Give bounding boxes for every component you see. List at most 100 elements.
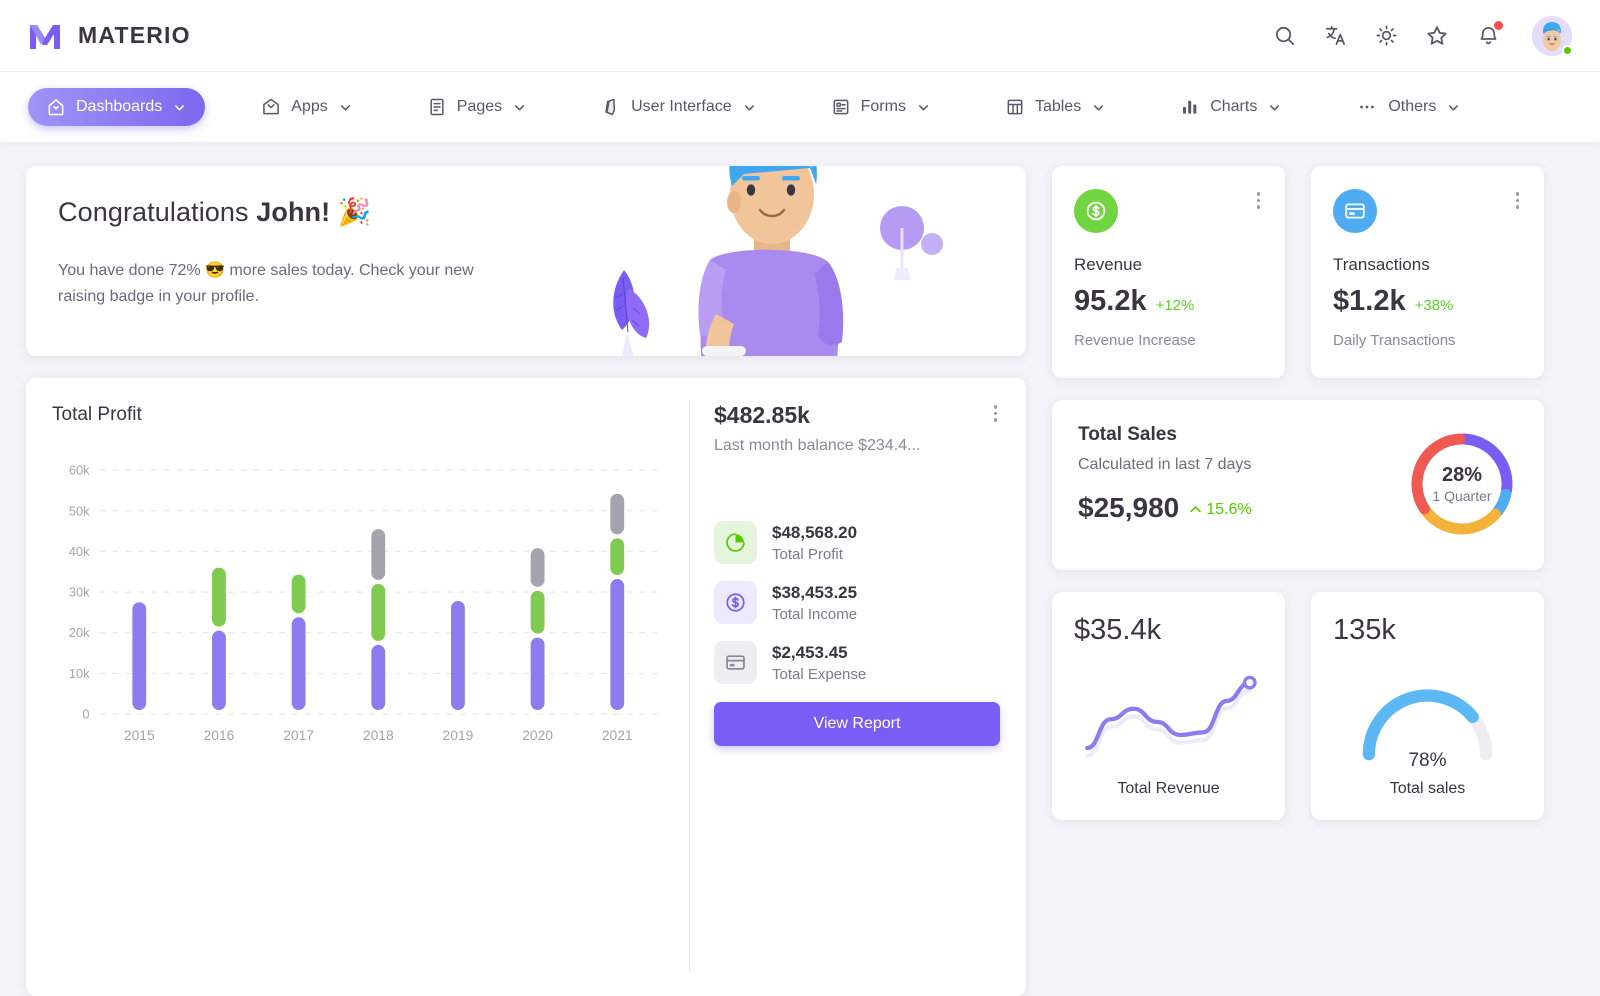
stat-name: Transactions: [1333, 255, 1430, 274]
total-sales-donut: 28% 1 Quarter: [1406, 428, 1518, 540]
translate-icon[interactable]: [1320, 21, 1350, 51]
nav-item-tables[interactable]: Tables: [987, 88, 1124, 126]
chevron-down-icon: [1446, 100, 1461, 115]
nav-item-forms[interactable]: Forms: [813, 88, 949, 126]
total-profit-chart: 0 10k 20k 30k 40k 50k 60k 2015 2016 2017 2018 2019 2…: [52, 454, 665, 754]
nav-label-pages: Pages: [456, 98, 503, 115]
total-revenue-value: $35.4k: [1074, 614, 1162, 646]
sparkline-svg: [1085, 675, 1257, 758]
balance-amount: $482.85k: [714, 402, 810, 428]
delta-text: 15.6%: [1206, 500, 1252, 518]
home-icon: [46, 97, 66, 117]
list-item: $38,453.25 Total Income: [714, 581, 1000, 624]
svg-text:2017: 2017: [283, 727, 314, 743]
form-icon: [831, 97, 851, 117]
transactions-stat-card: Transactions $1.2k +38% Daily Transactio…: [1311, 166, 1544, 378]
brand[interactable]: MATERIO: [28, 21, 191, 51]
stat-subtitle: Revenue Increase: [1074, 332, 1196, 349]
chevron-down-icon: [172, 100, 187, 115]
nav-item-pages[interactable]: Pages: [409, 88, 545, 126]
avatar[interactable]: [1532, 15, 1573, 56]
left-column: Congratulations John! 🎉 You have done 72…: [26, 166, 1026, 996]
app-header: MATERIO: [0, 0, 1600, 72]
card-menu-button[interactable]: [1254, 189, 1264, 212]
plant-decoration: [613, 270, 650, 356]
chevron-down-icon: [1267, 100, 1282, 115]
svg-text:2021: 2021: [602, 727, 633, 743]
svg-text:2018: 2018: [363, 727, 394, 743]
main-navigation: Dashboards Apps Pages User Interface For…: [0, 72, 1600, 142]
total-sales-gauge-card: 135k 78% Total sales: [1311, 592, 1544, 820]
materio-m-logo-icon: [30, 24, 60, 49]
profit-summary-panel: $482.85k Last month balance $234.4... $4…: [690, 378, 1026, 996]
metric-label: Total Profit: [772, 545, 843, 563]
bar-chart-icon: [1180, 97, 1200, 117]
metric-value: $2,453.45: [772, 642, 848, 662]
card-menu-button[interactable]: [1513, 189, 1523, 212]
view-report-button[interactable]: View Report: [714, 702, 1000, 746]
sales-gauge: 78%: [1333, 647, 1522, 780]
nav-item-dashboards[interactable]: Dashboards: [28, 88, 206, 126]
ellipsis-icon: [1356, 97, 1378, 117]
nav-label-others: Others: [1388, 98, 1437, 115]
donut-center-label: 1 Quarter: [1432, 488, 1492, 504]
congratulations-body: You have done 72% 😎 more sales today. Ch…: [58, 262, 474, 305]
caret-up-icon: [1190, 506, 1201, 513]
pie-chart-icon: [714, 521, 757, 564]
congratulations-title: Congratulations John! 🎉: [58, 196, 994, 228]
metric-label: Total Income: [772, 605, 858, 623]
nav-label-apps: Apps: [291, 98, 328, 115]
brand-name: MATERIO: [78, 22, 191, 48]
revenue-sparkline: [1074, 647, 1263, 780]
mini-cards-row: $35.4k Total Revenue 135k 78% Total sale…: [1052, 592, 1544, 820]
total-revenue-label: Total Revenue: [1117, 780, 1220, 797]
metric-label: Total Expense: [772, 665, 867, 683]
nav-item-charts[interactable]: Charts: [1162, 88, 1300, 126]
stat-name: Revenue: [1074, 255, 1143, 274]
svg-text:0: 0: [82, 706, 89, 721]
avatar-online-status: [1562, 44, 1573, 56]
svg-text:20k: 20k: [69, 625, 90, 640]
nav-label-tables: Tables: [1034, 98, 1082, 115]
card-menu-button[interactable]: [991, 402, 1001, 425]
stat-value: $1.2k: [1333, 285, 1406, 317]
congrats-prefix: Congratulations: [58, 197, 257, 227]
envelope-check-icon: [261, 97, 281, 117]
dollar-circle-icon: [714, 581, 757, 624]
character: [698, 166, 844, 356]
stat-value: 95.2k: [1074, 285, 1147, 317]
nav-label-user-interface: User Interface: [631, 98, 732, 115]
nav-item-others[interactable]: Others: [1338, 88, 1479, 126]
chevron-down-icon: [512, 100, 527, 115]
svg-text:60k: 60k: [69, 463, 90, 478]
sun-icon[interactable]: [1371, 21, 1401, 51]
stat-subtitle: Daily Transactions: [1333, 332, 1456, 349]
star-shortcut-icon[interactable]: [1422, 21, 1452, 51]
total-revenue-card: $35.4k Total Revenue: [1052, 592, 1285, 820]
gauge-percent: 78%: [1408, 750, 1447, 771]
table-icon: [1005, 97, 1025, 117]
revenue-stat-card: Revenue 95.2k +12% Revenue Increase: [1052, 166, 1285, 378]
bell-notification-icon[interactable]: [1473, 20, 1503, 51]
search-icon[interactable]: [1269, 21, 1299, 51]
svg-text:2019: 2019: [443, 727, 474, 743]
layers-icon: [601, 97, 621, 117]
metric-value: $38,453.25: [772, 582, 858, 602]
chevron-down-icon: [916, 100, 931, 115]
chevron-down-icon: [742, 100, 757, 115]
bar-chart-svg: 0 10k 20k 30k 40k 50k 60k 2015 2016 2017 2018 2019 2…: [69, 463, 658, 743]
stat-delta: +12%: [1155, 297, 1195, 314]
svg-text:10k: 10k: [69, 666, 90, 681]
nav-item-user-interface[interactable]: User Interface: [583, 88, 774, 126]
total-sales-amount: $25,980: [1078, 492, 1180, 523]
congrats-name: John!: [256, 197, 331, 227]
notification-badge: [1494, 20, 1503, 30]
total-sales-subtitle: Calculated in last 7 days: [1078, 456, 1252, 473]
nav-label-dashboards: Dashboards: [76, 98, 163, 115]
nav-item-apps[interactable]: Apps: [243, 88, 370, 126]
chevron-down-icon: [1091, 100, 1106, 115]
svg-text:2016: 2016: [204, 727, 235, 743]
svg-text:50k: 50k: [69, 503, 90, 518]
nav-label-charts: Charts: [1210, 98, 1258, 115]
total-sales-delta: 15.6%: [1188, 500, 1252, 519]
